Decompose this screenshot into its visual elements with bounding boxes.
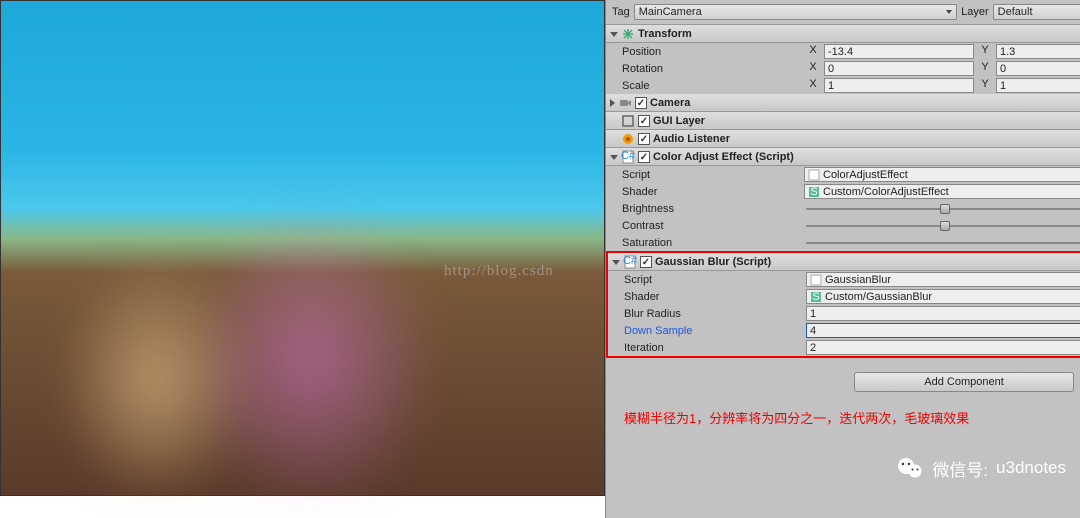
audio-enable-checkbox[interactable] — [638, 133, 650, 145]
foldout-icon[interactable] — [610, 99, 615, 107]
annotation-text: 模糊半径为1，分辨率将为四分之一，迭代两次，毛玻璃效果 — [606, 400, 1080, 435]
position-y-input[interactable] — [996, 44, 1080, 59]
position-x-input[interactable] — [824, 44, 974, 59]
component-title: Camera — [650, 97, 1080, 109]
svg-text:S: S — [810, 186, 817, 198]
scale-label: Scale — [622, 80, 800, 92]
script-icon: C# — [623, 255, 637, 269]
shader-label: Shader — [624, 291, 802, 303]
foldout-icon[interactable] — [610, 32, 618, 37]
gaussian-shader-field[interactable]: SCustom/GaussianBlur — [806, 289, 1080, 304]
gaussian-blur-section: C# Gaussian Blur (Script) Script Gaussia… — [606, 251, 1080, 358]
inspector-panel: Tag MainCamera Layer Default Transform ?… — [605, 0, 1080, 518]
camera-header[interactable]: Camera — [606, 94, 1080, 112]
tag-label: Tag — [612, 6, 630, 18]
game-viewport: http://blog.csdn — [0, 0, 605, 496]
shader-label: Shader — [622, 186, 800, 198]
down-sample-input[interactable] — [806, 323, 1080, 338]
component-title: Transform — [638, 28, 1080, 40]
add-component-button[interactable]: Add Component — [854, 372, 1074, 392]
color-adjust-enable-checkbox[interactable] — [638, 151, 650, 163]
iteration-input[interactable] — [806, 340, 1080, 355]
svg-text:C#: C# — [621, 150, 635, 162]
foldout-icon[interactable] — [610, 155, 618, 160]
audio-icon — [621, 132, 635, 146]
scale-x-input[interactable] — [824, 78, 974, 93]
tag-value: MainCamera — [639, 6, 702, 18]
wechat-credit: 微信号: u3dnotes — [896, 454, 1066, 482]
layer-label: Layer — [961, 6, 989, 18]
x-label: X — [804, 44, 822, 59]
contrast-label: Contrast — [622, 220, 800, 232]
component-title: Gaussian Blur (Script) — [655, 256, 1080, 268]
camera-enable-checkbox[interactable] — [635, 97, 647, 109]
rotation-label: Rotation — [622, 63, 800, 75]
scale-y-input[interactable] — [996, 78, 1080, 93]
camera-icon — [618, 96, 632, 110]
saturation-label: Saturation — [622, 237, 800, 249]
transform-icon — [621, 27, 635, 41]
gui-layer-icon — [621, 114, 635, 128]
wechat-icon — [896, 454, 924, 482]
down-sample-label: Down Sample — [624, 325, 802, 337]
contrast-slider[interactable] — [806, 219, 1080, 233]
component-title: Color Adjust Effect (Script) — [653, 151, 1080, 163]
script-label: Script — [622, 169, 800, 181]
script-label: Script — [624, 274, 802, 286]
rotation-y-input[interactable] — [996, 61, 1080, 76]
brightness-slider[interactable] — [806, 202, 1080, 216]
saturation-slider[interactable] — [806, 236, 1080, 250]
blur-radius-input[interactable] — [806, 306, 1080, 321]
layer-dropdown[interactable]: Default — [993, 4, 1080, 20]
iteration-label: Iteration — [624, 342, 802, 354]
y-label: Y — [976, 44, 994, 59]
gaussian-script-field[interactable]: GaussianBlur — [806, 272, 1080, 287]
gaussian-enable-checkbox[interactable] — [640, 256, 652, 268]
tag-dropdown[interactable]: MainCamera — [634, 4, 957, 20]
audio-listener-header[interactable]: Audio Listener — [606, 130, 1080, 148]
gaussian-header[interactable]: C# Gaussian Blur (Script) — [608, 253, 1080, 271]
position-label: Position — [622, 46, 800, 58]
foldout-icon[interactable] — [612, 260, 620, 265]
wechat-label: 微信号: — [932, 456, 988, 481]
layer-value: Default — [998, 6, 1033, 18]
rotation-x-input[interactable] — [824, 61, 974, 76]
transform-header[interactable]: Transform ? — [606, 25, 1080, 43]
svg-text:C#: C# — [623, 255, 637, 267]
shader-field[interactable]: SCustom/ColorAdjustEffect — [804, 184, 1080, 199]
gui-layer-header[interactable]: GUI Layer — [606, 112, 1080, 130]
color-adjust-header[interactable]: C# Color Adjust Effect (Script) — [606, 148, 1080, 166]
watermark-text: http://blog.csdn — [444, 263, 554, 280]
script-field[interactable]: ColorAdjustEffect — [804, 167, 1080, 182]
wechat-value: u3dnotes — [996, 458, 1066, 478]
brightness-label: Brightness — [622, 203, 800, 215]
component-title: GUI Layer — [653, 115, 1080, 127]
script-icon: C# — [621, 150, 635, 164]
blur-radius-label: Blur Radius — [624, 308, 802, 320]
svg-text:S: S — [812, 291, 819, 303]
gui-enable-checkbox[interactable] — [638, 115, 650, 127]
component-title: Audio Listener — [653, 133, 1080, 145]
